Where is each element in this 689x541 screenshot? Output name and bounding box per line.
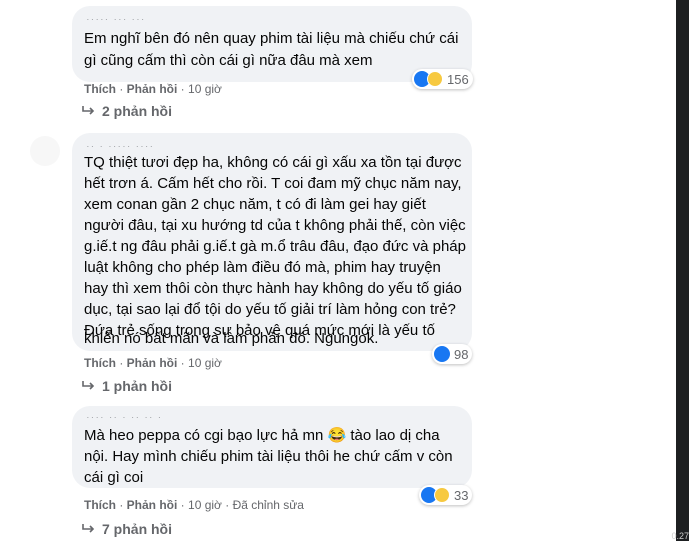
comment-actions: Thích · Phản hồi · 10 giờ · Đã chỉnh sửa <box>84 498 304 512</box>
comment-actions: Thích · Phản hồi · 10 giờ <box>84 82 222 96</box>
comment-bubble: ···· ·· · ·· ·· · Mà heo peppa có cgi bạ… <box>72 406 472 488</box>
comment-line: g.iế.t ng đâu phải g.iế.t gà m.ổ trâu đâ… <box>84 238 466 255</box>
comment-line: Em nghĩ bên đó nên quay phim tài liệu mà… <box>84 30 459 47</box>
view-replies-button[interactable]: 1 phản hồi <box>82 378 172 394</box>
reply-link[interactable]: Phản hồi <box>127 356 178 370</box>
view-replies-button[interactable]: 2 phản hồi <box>82 103 172 119</box>
comment-line: hay thì xem thôi còn thực hành hay không… <box>84 280 462 297</box>
timestamp[interactable]: 10 giờ <box>188 498 222 512</box>
comment-bubble: ····· ··· ··· Em nghĩ bên đó nên quay ph… <box>72 6 472 82</box>
comment-line: người đâu, tại xu hướng td của t không p… <box>84 217 466 234</box>
timestamp[interactable]: 10 giờ <box>188 356 222 370</box>
haha-reaction-icon <box>434 487 450 503</box>
comment-line: gì cũng cấm thì còn cái gì nữa đâu mà xe… <box>84 52 373 69</box>
like-link[interactable]: Thích <box>84 498 116 512</box>
comment-line: khiến nó bất mãn và làm phản đó. Ngungok… <box>84 330 379 347</box>
window-edge: 0.27 <box>671 0 689 541</box>
timestamp[interactable]: 10 giờ <box>188 82 222 96</box>
comment-line: nội. Hay mình chiếu phim tài liệu thôi h… <box>84 448 453 465</box>
comments-panel: ····· ··· ··· Em nghĩ bên đó nên quay ph… <box>0 0 676 541</box>
comment-line: hết trơn á. Cấm hết cho rồi. T coi đam m… <box>84 175 462 192</box>
like-link[interactable]: Thích <box>84 82 116 96</box>
reply-arrow-icon <box>82 106 95 115</box>
replies-count-label: 1 phản hồi <box>102 378 172 394</box>
comment-line: luật không cho phép làm điều đó mà, phim… <box>84 259 441 276</box>
comment-line: dục, tại sao lại đổ tội do yếu tố giải t… <box>84 301 456 318</box>
like-reaction-icon <box>434 346 450 362</box>
comment-actions: Thích · Phản hồi · 10 giờ <box>84 356 222 370</box>
reply-link[interactable]: Phản hồi <box>127 498 178 512</box>
redacted-name: ····· ··· ··· <box>86 14 146 20</box>
haha-reaction-icon <box>427 71 443 87</box>
comment-bubble: ·· · ····· ···· TQ thiệt tươi đẹp ha, kh… <box>72 133 472 351</box>
comment-line: cái gì coi <box>84 469 144 486</box>
replies-count-label: 2 phản hồi <box>102 103 172 119</box>
avatar[interactable] <box>30 136 60 166</box>
edited-label: Đã chỉnh sửa <box>232 498 304 512</box>
view-replies-button[interactable]: 7 phản hồi <box>82 521 172 537</box>
reply-link[interactable]: Phản hồi <box>127 82 178 96</box>
reaction-count: 33 <box>454 487 469 503</box>
replies-count-label: 7 phản hồi <box>102 521 172 537</box>
comment-line: TQ thiệt tươi đẹp ha, không có cái gì xấ… <box>84 154 462 171</box>
reaction-summary[interactable]: 98 <box>432 344 473 364</box>
reply-arrow-icon <box>82 524 95 533</box>
corner-number: 0.27 <box>671 531 689 541</box>
reply-arrow-icon <box>82 381 95 390</box>
like-link[interactable]: Thích <box>84 356 116 370</box>
reaction-count: 98 <box>454 346 469 362</box>
comment-line: xem conan gần 2 chục năm, t có đi làm ge… <box>84 196 426 213</box>
reaction-summary[interactable]: 156 <box>412 69 473 89</box>
redacted-name: ·· · ····· ···· <box>86 141 155 147</box>
reaction-count: 156 <box>447 71 469 87</box>
reaction-summary[interactable]: 33 <box>419 485 473 505</box>
comment-line: Mà heo peppa có cgi bạo lực hả mn 😂 tào … <box>84 427 440 444</box>
redacted-name: ···· ·· · ·· ·· · <box>86 412 163 418</box>
